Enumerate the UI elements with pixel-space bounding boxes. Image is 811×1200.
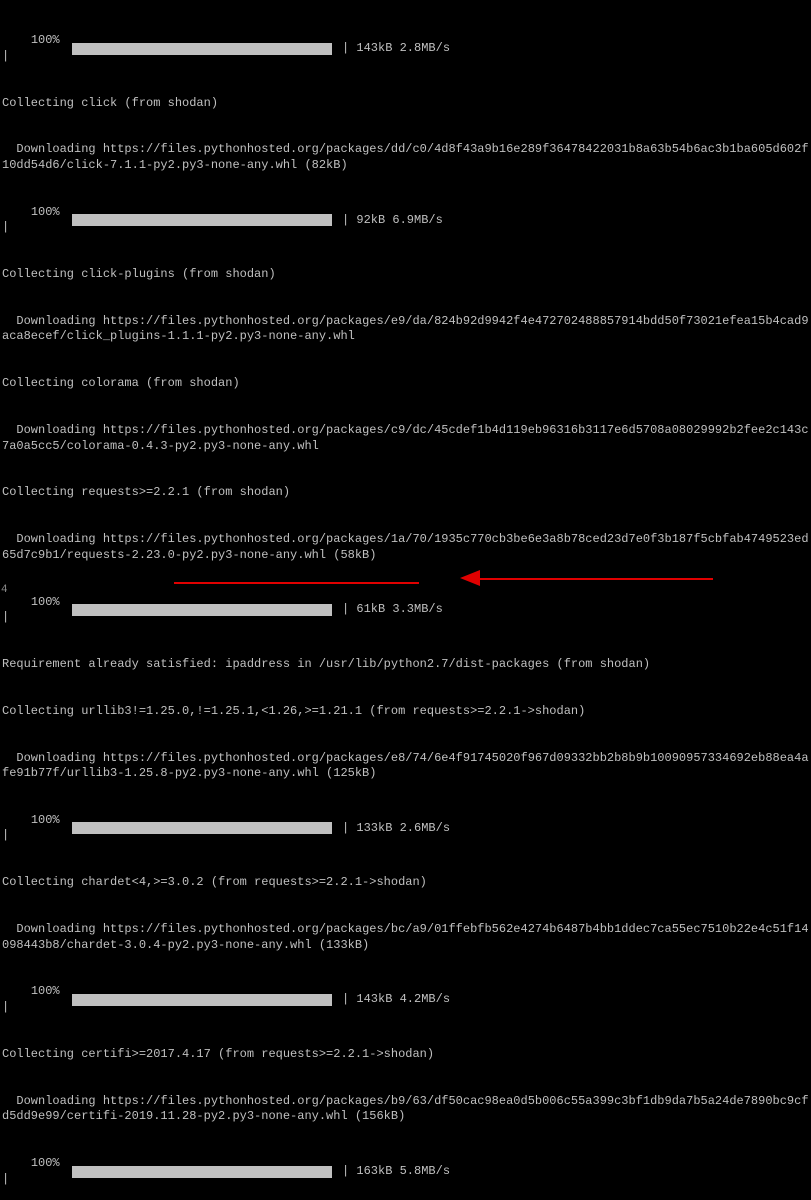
- output-line: Downloading https://files.pythonhosted.o…: [2, 1094, 809, 1125]
- progress-pct: 100% |: [2, 813, 72, 844]
- progress-speed: | 61kB 3.3MB/s: [342, 602, 443, 618]
- output-line: Downloading https://files.pythonhosted.o…: [2, 922, 809, 953]
- progress-speed: | 163kB 5.8MB/s: [342, 1164, 450, 1180]
- output-line: Downloading https://files.pythonhosted.o…: [2, 423, 809, 454]
- terminal-output: 100% | | 143kB 2.8MB/s Collecting click …: [2, 2, 809, 1200]
- output-line: Collecting urllib3!=1.25.0,!=1.25.1,<1.2…: [2, 704, 809, 720]
- output-line: Requirement already satisfied: ipaddress…: [2, 657, 809, 673]
- progress-bar: [72, 994, 332, 1006]
- progress-pct: 100% |: [2, 984, 72, 1015]
- output-line: Collecting certifi>=2017.4.17 (from requ…: [2, 1047, 809, 1063]
- page-number: 4: [1, 583, 8, 597]
- progress-pct: 100% |: [2, 33, 72, 64]
- output-line: Downloading https://files.pythonhosted.o…: [2, 142, 809, 173]
- progress-bar: [72, 1166, 332, 1178]
- progress-bar: [72, 43, 332, 55]
- progress-speed: | 133kB 2.6MB/s: [342, 821, 450, 837]
- progress-line: 100% | | 61kB 3.3MB/s: [2, 595, 809, 626]
- output-line: Collecting chardet<4,>=3.0.2 (from reque…: [2, 875, 809, 891]
- progress-pct: 100% |: [2, 595, 72, 626]
- arrow-head-icon: [460, 570, 480, 586]
- progress-speed: | 92kB 6.9MB/s: [342, 213, 443, 229]
- annotation-underline: [174, 582, 419, 584]
- output-line: Downloading https://files.pythonhosted.o…: [2, 751, 809, 782]
- output-line: Collecting colorama (from shodan): [2, 376, 809, 392]
- output-line: Collecting click-plugins (from shodan): [2, 267, 809, 283]
- progress-bar: [72, 604, 332, 616]
- progress-pct: 100% |: [2, 1156, 72, 1187]
- progress-pct: 100% |: [2, 205, 72, 236]
- output-line: Collecting click (from shodan): [2, 96, 809, 112]
- progress-line: 100% | | 143kB 4.2MB/s: [2, 984, 809, 1015]
- progress-line: 100% | | 143kB 2.8MB/s: [2, 33, 809, 64]
- output-line: Downloading https://files.pythonhosted.o…: [2, 314, 809, 345]
- output-line: Downloading https://files.pythonhosted.o…: [2, 532, 809, 563]
- progress-bar: [72, 214, 332, 226]
- progress-line: 100% | | 92kB 6.9MB/s: [2, 205, 809, 236]
- annotation-arrow: [460, 570, 715, 590]
- arrow-shaft: [478, 578, 713, 580]
- progress-line: 100% | | 133kB 2.6MB/s: [2, 813, 809, 844]
- output-line: Collecting requests>=2.2.1 (from shodan): [2, 485, 809, 501]
- progress-line: 100% | | 163kB 5.8MB/s: [2, 1156, 809, 1187]
- progress-speed: | 143kB 4.2MB/s: [342, 992, 450, 1008]
- progress-bar: [72, 822, 332, 834]
- progress-speed: | 143kB 2.8MB/s: [342, 41, 450, 57]
